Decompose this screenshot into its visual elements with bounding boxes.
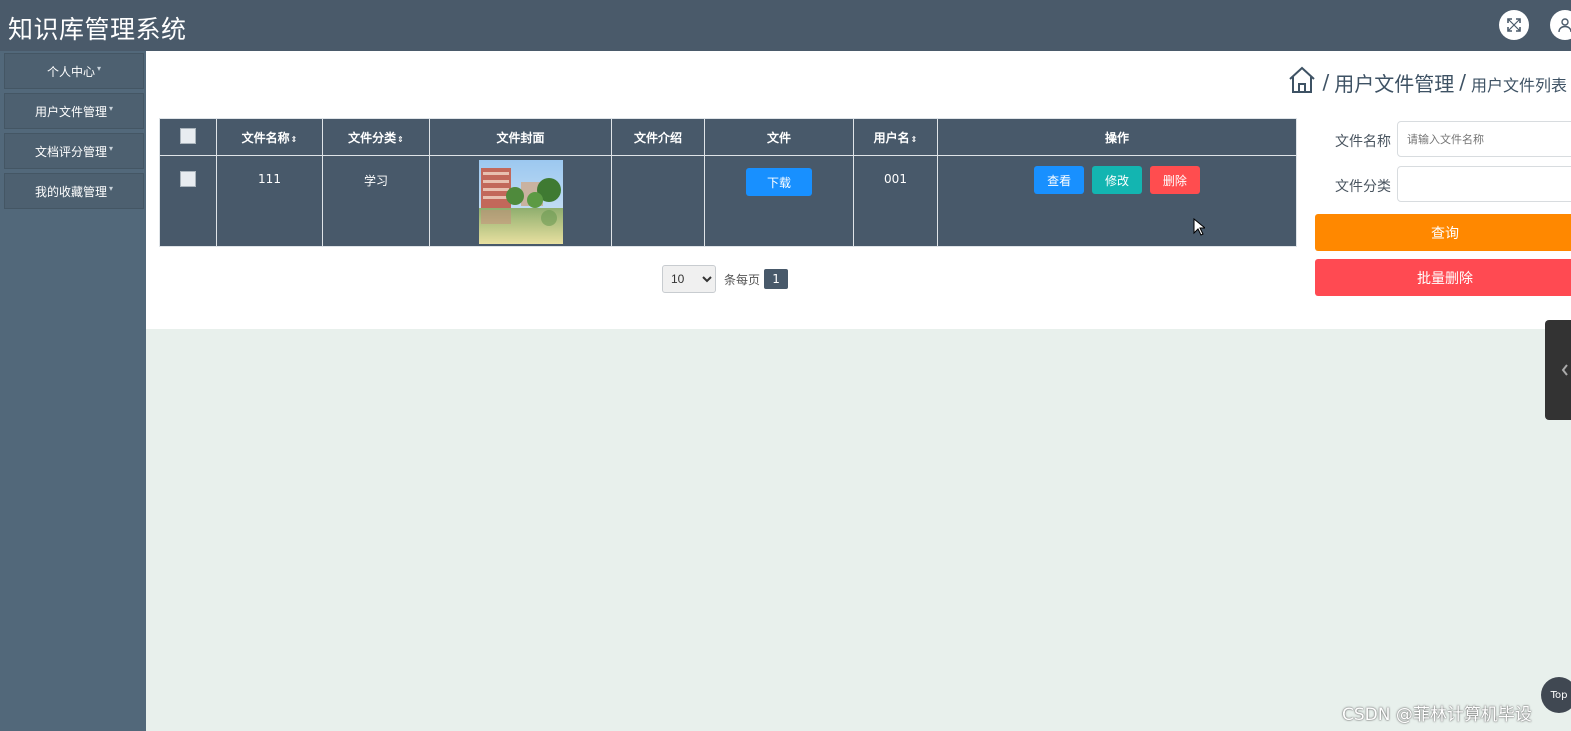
file-name-label: 文件名称 xyxy=(1335,134,1391,150)
query-button[interactable]: 查询 xyxy=(1315,214,1571,251)
file-cover-image xyxy=(478,160,563,244)
caret-down-icon: ▾ xyxy=(109,183,114,193)
top-bar: 知识库管理系统 xyxy=(0,0,1571,51)
column-header-file: 文件 xyxy=(704,118,854,156)
download-button[interactable]: 下载 xyxy=(746,168,812,196)
sidebar-item-favorites[interactable]: 我的收藏管理 ▾ xyxy=(4,173,144,209)
breadcrumb-separator: / xyxy=(1322,70,1330,94)
cell-actions: 查看 修改 删除 xyxy=(937,155,1297,247)
side-drawer-handle[interactable] xyxy=(1545,320,1571,420)
page-number-button[interactable]: 1 xyxy=(764,269,789,289)
breadcrumb-level1[interactable]: 用户文件管理 xyxy=(1334,68,1454,97)
back-to-top-button[interactable]: Top xyxy=(1541,677,1571,713)
home-icon[interactable] xyxy=(1287,65,1317,99)
cell-file: 下载 xyxy=(704,155,854,247)
file-name-input[interactable] xyxy=(1397,121,1571,157)
column-header-file-name[interactable]: 文件名称⇕ xyxy=(216,118,323,156)
column-header-username[interactable]: 用户名⇕ xyxy=(853,118,938,156)
page-size-select[interactable]: 10 xyxy=(662,265,716,293)
sort-icon[interactable]: ⇕ xyxy=(291,135,298,144)
select-all-header xyxy=(159,118,217,156)
column-header-actions: 操作 xyxy=(937,118,1297,156)
breadcrumb-separator: / xyxy=(1459,70,1466,94)
table-row: 111 学习 下载 001 查看 修改 删除 xyxy=(159,155,1297,247)
chevron-left-icon xyxy=(1561,364,1568,376)
row-checkbox[interactable] xyxy=(180,171,196,187)
file-category-input[interactable] xyxy=(1397,166,1571,202)
sidebar-item-label: 文档评分管理 xyxy=(34,144,107,159)
cell-file-name: 111 xyxy=(216,155,323,247)
sidebar-item-label: 个人中心 xyxy=(46,64,95,79)
sidebar-item-personal-center[interactable]: 个人中心 ▾ xyxy=(4,53,144,89)
file-table: 文件名称⇕ 文件分类⇕ 文件封面 文件介绍 文件 用户名⇕ 操作 111 学习 xyxy=(159,118,1297,247)
row-select-cell xyxy=(159,155,217,247)
delete-button[interactable]: 删除 xyxy=(1149,166,1200,194)
caret-down-icon: ▾ xyxy=(97,63,102,73)
column-header-category[interactable]: 文件分类⇕ xyxy=(322,118,430,156)
table-header-row: 文件名称⇕ 文件分类⇕ 文件封面 文件介绍 文件 用户名⇕ 操作 xyxy=(159,118,1297,156)
content-panel: / 用户文件管理 / 用户文件列表 文件名称⇕ 文件分类⇕ 文件封面 文件介绍 … xyxy=(146,51,1571,329)
edit-button[interactable]: 修改 xyxy=(1092,166,1142,194)
sort-icon[interactable]: ⇕ xyxy=(397,135,404,144)
batch-delete-button[interactable]: 批量删除 xyxy=(1315,259,1571,296)
pagination: 10 条每页 1 xyxy=(662,265,789,293)
sidebar: 个人中心 ▾ 用户文件管理 ▾ 文档评分管理 ▾ 我的收藏管理 ▾ xyxy=(0,51,146,731)
breadcrumb: / 用户文件管理 / 用户文件列表 xyxy=(1287,65,1567,99)
sidebar-item-label: 我的收藏管理 xyxy=(34,184,107,199)
cell-category: 学习 xyxy=(322,155,430,247)
column-header-intro: 文件介绍 xyxy=(611,118,705,156)
sidebar-item-user-files[interactable]: 用户文件管理 ▾ xyxy=(4,93,144,129)
cell-username: 001 xyxy=(853,155,938,247)
app-title: 知识库管理系统 xyxy=(8,15,187,44)
select-all-checkbox[interactable] xyxy=(180,127,196,144)
breadcrumb-level2: 用户文件列表 xyxy=(1470,75,1567,95)
per-page-label: 条每页 xyxy=(724,272,761,287)
sidebar-item-doc-ratings[interactable]: 文档评分管理 ▾ xyxy=(4,133,144,169)
mouse-cursor-icon xyxy=(1193,218,1205,236)
caret-down-icon: ▾ xyxy=(109,103,114,113)
user-icon[interactable] xyxy=(1550,10,1571,40)
fullscreen-icon[interactable] xyxy=(1499,10,1529,40)
cell-cover xyxy=(429,155,612,247)
sidebar-item-label: 用户文件管理 xyxy=(34,104,107,119)
file-category-label: 文件分类 xyxy=(1335,179,1391,195)
view-button[interactable]: 查看 xyxy=(1034,166,1085,194)
watermark: CSDN @菲林计算机毕设 xyxy=(1342,705,1532,725)
cell-intro xyxy=(611,155,705,247)
caret-down-icon: ▾ xyxy=(109,143,114,153)
column-header-cover: 文件封面 xyxy=(429,118,612,156)
sort-icon[interactable]: ⇕ xyxy=(911,135,918,144)
